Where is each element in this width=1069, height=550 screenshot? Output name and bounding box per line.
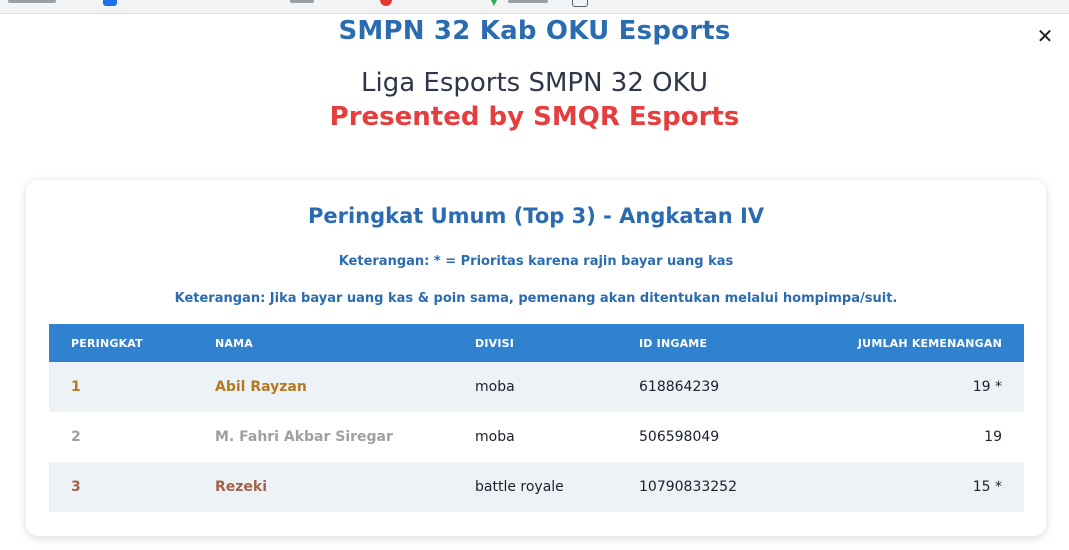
site-title: SMPN 32 Kab OKU Esports	[338, 16, 731, 46]
column-header-rank: PERINGKAT	[71, 336, 143, 350]
presented-by: Presented by SMQR Esports	[329, 102, 740, 132]
division-cell: moba	[475, 379, 515, 395]
rank-cell: 2	[71, 429, 81, 445]
bookmark-item[interactable]	[508, 0, 548, 3]
column-header-wins: JUMLAH KEMENANGAN	[857, 336, 1002, 350]
name-cell: Abil Rayzan	[215, 379, 307, 395]
wins-cell: 19	[984, 429, 1002, 445]
table-header-row: PERINGKAT NAMA DIVISI ID INGAME JUMLAH K…	[49, 324, 1024, 362]
division-cell: moba	[475, 429, 515, 445]
bookmark-favicon-icon[interactable]	[380, 0, 392, 6]
browser-bookmark-bar	[0, 0, 1069, 14]
ingame-id-cell: 618864239	[639, 379, 720, 395]
column-header-ingame-id: ID INGAME	[639, 336, 708, 350]
division-cell: battle royale	[475, 479, 564, 495]
ingame-id-cell: 10790833252	[639, 479, 737, 495]
bookmark-item[interactable]	[290, 0, 314, 3]
bookmark-favicon-icon[interactable]	[103, 0, 117, 6]
wins-cell: 19 *	[972, 379, 1002, 395]
ranking-title: Peringkat Umum (Top 3) - Angkatan IV	[307, 204, 765, 228]
bookmark-folder-icon[interactable]	[572, 0, 588, 7]
note-priority: Keterangan: * = Prioritas karena rajin b…	[338, 254, 734, 269]
wins-cell: 15 *	[972, 479, 1002, 495]
note-tiebreak: Keterangan: Jika bayar uang kas & poin s…	[174, 291, 898, 306]
name-cell: M. Fahri Akbar Siregar	[215, 429, 393, 445]
ingame-id-cell: 506598049	[639, 429, 720, 445]
bookmark-favicon-icon[interactable]	[490, 0, 498, 6]
table-row: 2 M. Fahri Akbar Siregar moba 506598049 …	[49, 412, 1024, 462]
ranking-card: Peringkat Umum (Top 3) - Angkatan IV Ket…	[26, 180, 1046, 536]
column-header-name: NAMA	[215, 336, 253, 350]
bookmark-item[interactable]	[8, 0, 56, 3]
ranking-modal: ✕ SMPN 32 Kab OKU Esports Liga Esports S…	[0, 14, 1069, 550]
column-header-division: DIVISI	[475, 336, 515, 350]
ranking-table: PERINGKAT NAMA DIVISI ID INGAME JUMLAH K…	[49, 324, 1024, 512]
table-row: 3 Rezeki battle royale 10790833252 15 *	[49, 462, 1024, 512]
rank-cell: 1	[71, 379, 81, 395]
league-title: Liga Esports SMPN 32 OKU	[360, 68, 708, 98]
rank-cell: 3	[71, 479, 81, 495]
table-row: 1 Abil Rayzan moba 618864239 19 *	[49, 362, 1024, 412]
name-cell: Rezeki	[215, 479, 268, 495]
